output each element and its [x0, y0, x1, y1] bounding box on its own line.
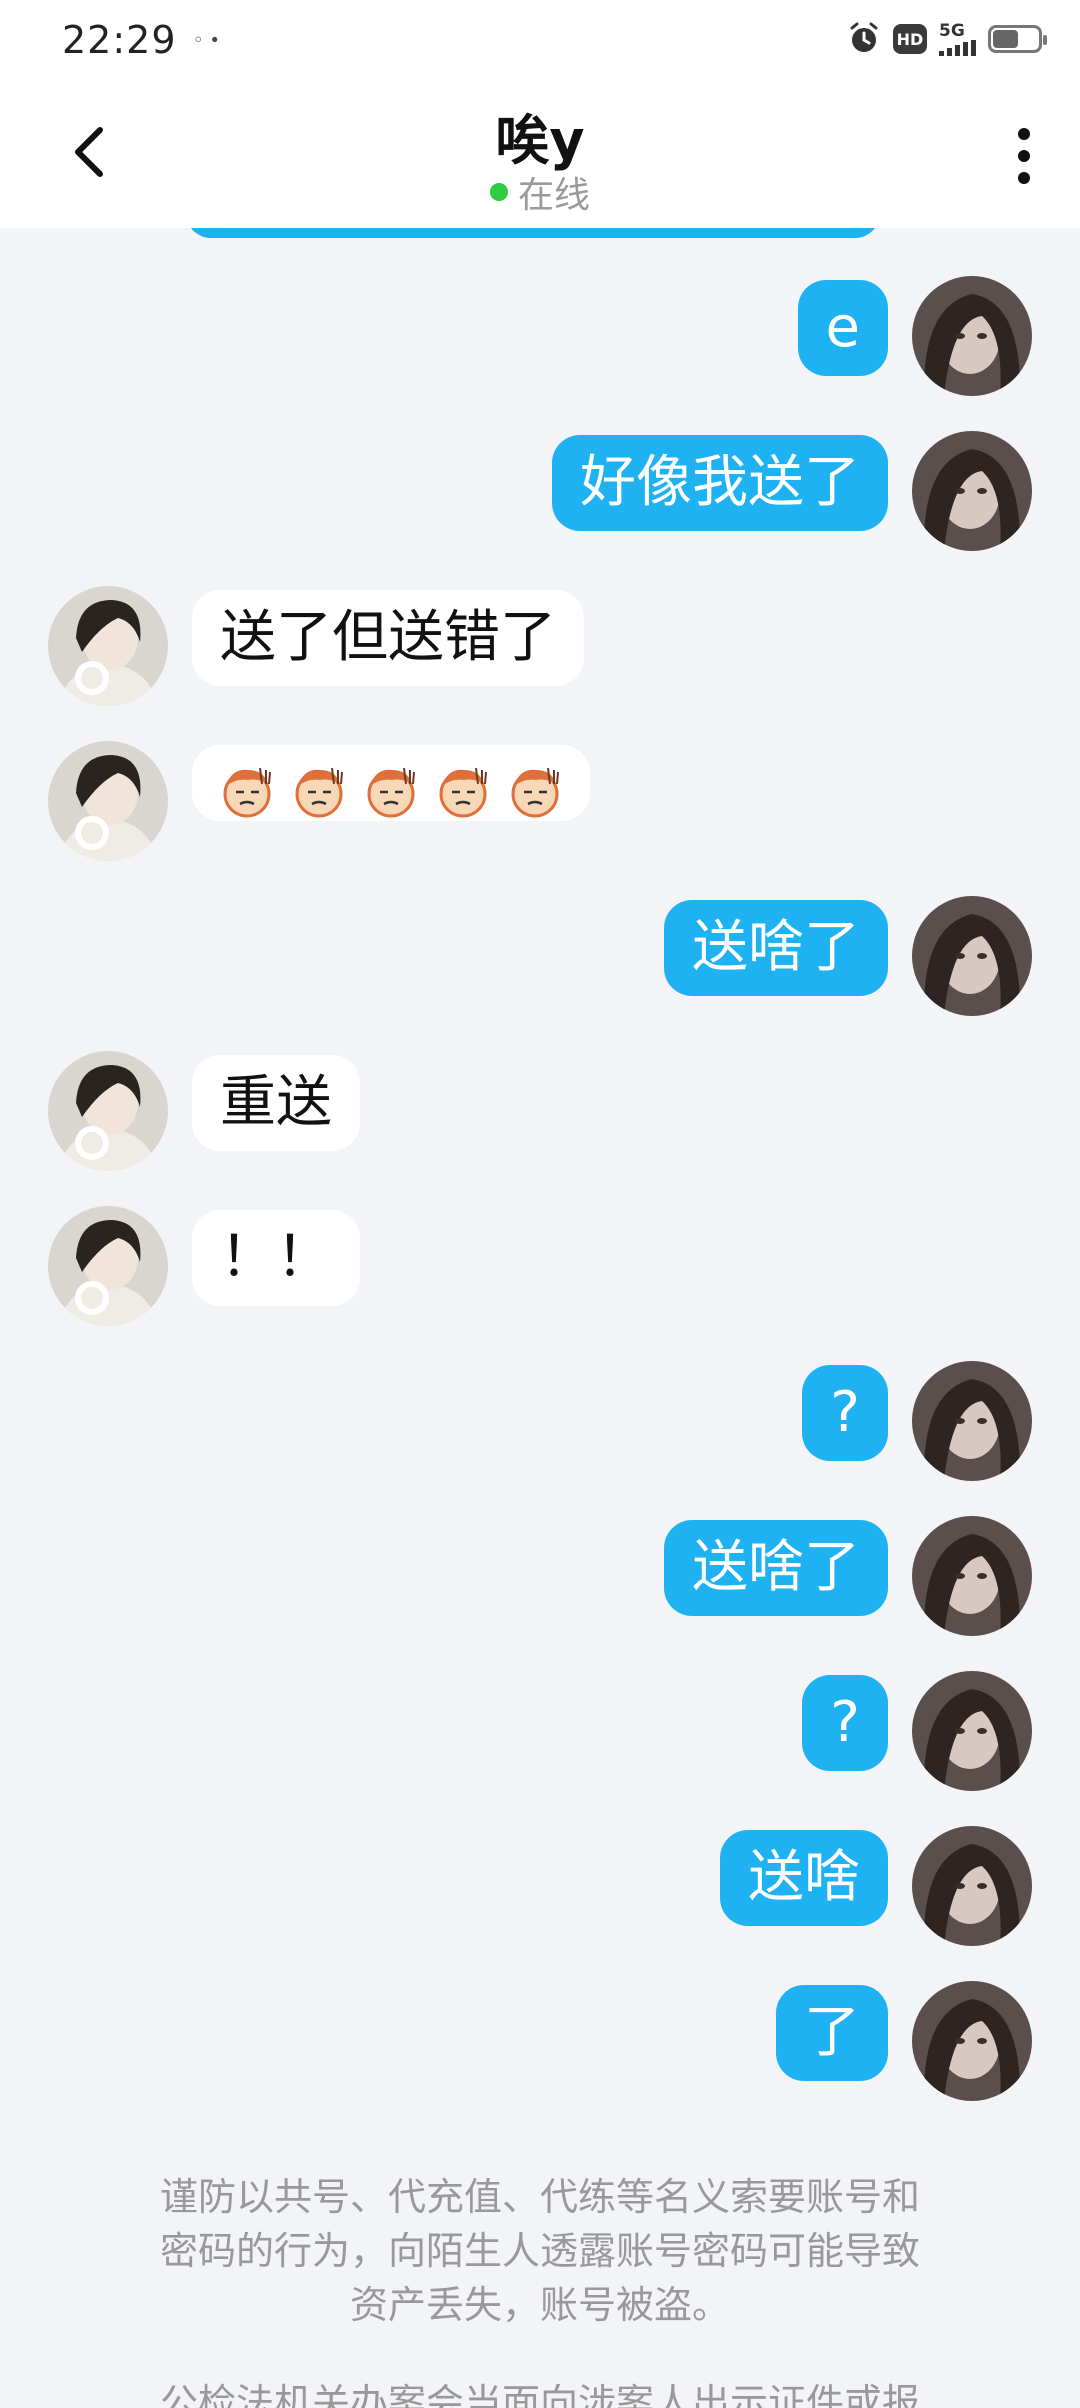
- my-avatar[interactable]: [912, 1826, 1032, 1946]
- my-avatar[interactable]: [912, 1516, 1032, 1636]
- message-row-sent: 送啥了: [0, 896, 1080, 1016]
- contact-name[interactable]: 唉y: [0, 96, 1080, 175]
- contact-avatar[interactable]: [48, 1206, 168, 1326]
- message-row-received: [0, 741, 1080, 861]
- status-icons: HD 5G: [847, 20, 1047, 56]
- message-row-received: 重送: [0, 1051, 1080, 1171]
- message-bubble[interactable]: 送啥了: [664, 1520, 888, 1616]
- message-row-sent: 了: [0, 1981, 1080, 2101]
- notice-line: 资产丢失，账号被盗。: [349, 2283, 730, 2327]
- message-row-received: ！！: [0, 1206, 1080, 1326]
- network-type: 5G: [939, 20, 965, 41]
- alarm-icon: [850, 22, 878, 52]
- my-avatar[interactable]: [912, 1671, 1032, 1791]
- message-bubble[interactable]: ?: [802, 1365, 888, 1461]
- battery-level: [993, 30, 1018, 48]
- my-avatar[interactable]: [912, 896, 1032, 1016]
- notification-indicator: ◦ •: [193, 30, 220, 51]
- grimace-emoji-icon: [218, 754, 276, 818]
- message-row-sent: 好像我送了: [0, 431, 1080, 551]
- message-bubble[interactable]: 好像我送了: [552, 435, 888, 531]
- chat-area[interactable]: e 好像我送了 送了但送错了 送啥了 重送！！? 送啥了? 送啥了 谨防以共号、代充值、代练…: [0, 228, 1080, 2408]
- message-row-received: 送了但送错了: [0, 586, 1080, 706]
- message-row-sent: 送啥: [0, 1826, 1080, 1946]
- chat-header: 唉y 在线: [0, 84, 1080, 228]
- message-bubble[interactable]: e: [797, 280, 888, 376]
- emoji-message-bubble[interactable]: [192, 745, 590, 821]
- message-bubble[interactable]: 送了但送错了: [192, 590, 584, 686]
- grimace-emoji-icon: [290, 754, 348, 818]
- online-status: 在线: [0, 166, 1080, 218]
- previous-message-bubble[interactable]: [186, 228, 880, 238]
- signal-icon: 5G: [939, 20, 976, 56]
- online-dot-icon: [489, 183, 508, 201]
- message-bubble[interactable]: ?: [802, 1675, 888, 1771]
- grimace-emoji-icon: [434, 754, 492, 818]
- my-avatar[interactable]: [912, 1981, 1032, 2101]
- message-row-sent: e: [0, 276, 1080, 396]
- notice-line: 密码的行为，向陌生人透露账号密码可能导致: [159, 2229, 920, 2273]
- more-options-button[interactable]: [1004, 124, 1044, 188]
- my-avatar[interactable]: [912, 1361, 1032, 1481]
- status-bar: 22:29 ◦ • HD 5G: [0, 0, 1080, 84]
- message-row-sent: ?: [0, 1671, 1080, 1791]
- contact-avatar[interactable]: [48, 586, 168, 706]
- message-row-sent: 送啥了: [0, 1516, 1080, 1636]
- contact-avatar[interactable]: [48, 741, 168, 861]
- notice-line: 谨防以共号、代充值、代练等名义索要账号和: [159, 2175, 920, 2219]
- message-bubble[interactable]: 送啥: [720, 1830, 888, 1926]
- message-bubble[interactable]: 了: [776, 1985, 888, 2081]
- grimace-emoji-icon: [506, 754, 564, 818]
- notice-line: 公检法机关办案会当面向涉案人出示证件或报: [159, 2381, 920, 2408]
- grimace-emoji-icon: [362, 754, 420, 818]
- battery-icon: [988, 25, 1047, 53]
- security-notice: 谨防以共号、代充值、代练等名义索要账号和 密码的行为，向陌生人透露账号密码可能导…: [80, 2170, 1000, 2332]
- status-time: 22:29: [62, 18, 177, 62]
- my-avatar[interactable]: [912, 431, 1032, 551]
- message-bubble[interactable]: 重送: [192, 1055, 360, 1151]
- security-notice-2: 公检法机关办案会当面向涉案人出示证件或报: [80, 2376, 1000, 2408]
- hd-badge: HD: [893, 24, 927, 54]
- message-bubble[interactable]: 送啥了: [664, 900, 888, 996]
- contact-avatar[interactable]: [48, 1051, 168, 1171]
- my-avatar[interactable]: [912, 276, 1032, 396]
- message-row-sent: ?: [0, 1361, 1080, 1481]
- online-label: 在线: [517, 175, 590, 216]
- message-bubble[interactable]: ！！: [192, 1210, 360, 1306]
